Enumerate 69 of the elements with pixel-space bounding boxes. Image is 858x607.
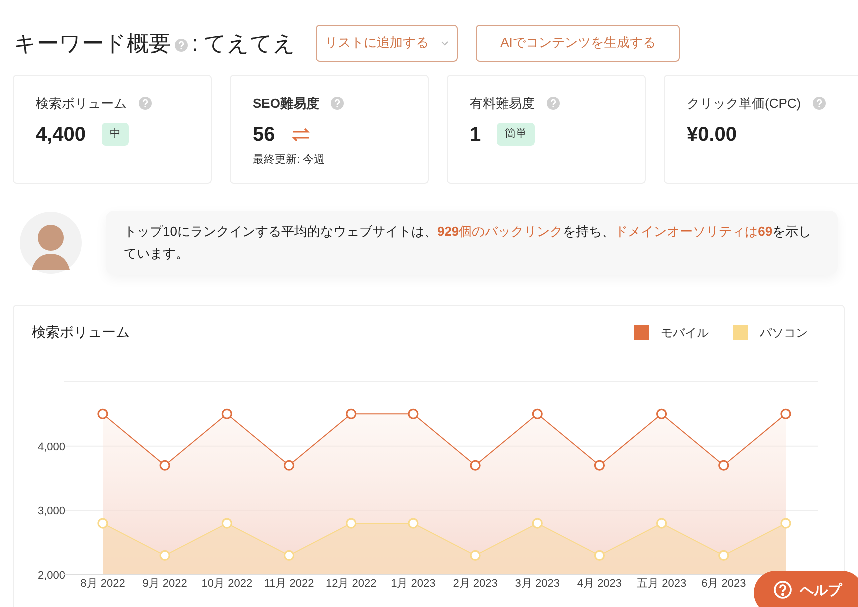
metric-label: 検索ボリューム (36, 95, 127, 113)
metric-value: 4,400 (36, 122, 86, 148)
help-icon[interactable] (139, 97, 152, 110)
refresh-icon[interactable] (291, 126, 312, 144)
help-icon[interactable] (547, 97, 560, 110)
metric-value: ¥0.00 (687, 122, 738, 148)
y-axis-label: 3,000 (38, 506, 66, 518)
insight-text: トップ10にランクインする平均的なウェブサイトは、929個のバックリンク を持ち、ドメインオーソリティは69を示しています。 (124, 224, 812, 261)
data-point (656, 408, 668, 420)
data-point (780, 408, 792, 420)
legend-label: パソコン (760, 324, 808, 342)
x-axis-label: 五月 2023 (637, 578, 687, 590)
data-point (284, 550, 295, 561)
chart-title: 検索ボリューム (32, 323, 130, 342)
domain-authority-link[interactable]: ドメインオーソリティは69 (615, 224, 773, 239)
data-point (532, 518, 543, 529)
last-updated: 最終更新: 今週 (253, 152, 326, 168)
data-point (284, 460, 295, 471)
metric-value: 56 (253, 122, 276, 148)
keyword-text: : てえてえ (192, 30, 296, 58)
avatar (20, 212, 82, 274)
y-axis-label: 4,000 (38, 441, 66, 454)
data-point (222, 408, 232, 420)
y-axis-label: 2,000 (38, 570, 66, 582)
data-point (222, 518, 232, 529)
x-axis-label: 1月 2023 (391, 578, 436, 590)
x-axis-label: 11月 2022 (264, 578, 314, 590)
x-axis-label: 6月 2023 (702, 578, 746, 590)
help-button[interactable]: ヘルプ (754, 571, 858, 607)
data-point (98, 408, 108, 420)
question-icon (774, 581, 792, 599)
help-icon[interactable] (175, 38, 188, 52)
page-title: キーワード概要 (14, 30, 171, 58)
x-axis-label: 3月 2023 (515, 578, 560, 590)
data-point (656, 518, 668, 529)
data-point (780, 518, 792, 529)
data-point (718, 550, 730, 561)
x-axis-label: 10月 2022 (202, 578, 253, 590)
data-point (160, 550, 170, 561)
difficulty-badge: 中 (102, 123, 130, 146)
legend-label: モバイル (661, 324, 709, 342)
metric-label: クリック単価(CPC) (687, 95, 802, 113)
data-point (346, 518, 357, 529)
x-axis-label: 12月 2022 (326, 578, 377, 590)
metric-label: SEO難易度 (253, 95, 320, 113)
metric-value: 1 (470, 122, 482, 148)
x-axis-label: 9月 2022 (142, 578, 188, 590)
x-axis-label: 8月 2022 (80, 578, 126, 590)
x-axis-label: 2月 2023 (453, 578, 498, 590)
generate-content-button[interactable]: AIでコンテンツを生成する (476, 24, 680, 62)
data-point (408, 408, 419, 420)
data-point (346, 408, 357, 420)
add-to-list-dropdown[interactable]: リストに追加する (316, 24, 458, 62)
x-axis-label: 4月 2023 (577, 578, 622, 590)
difficulty-badge: 簡単 (497, 123, 536, 146)
data-point (470, 460, 481, 471)
chevron-down-icon (441, 40, 450, 46)
metric-label: 有料難易度 (470, 95, 535, 113)
data-point (408, 518, 419, 529)
data-point (594, 550, 606, 561)
data-point (98, 518, 108, 529)
data-point (160, 460, 170, 471)
data-point (532, 408, 543, 420)
help-icon[interactable] (331, 97, 344, 110)
backlinks-link[interactable]: 929個のバックリンク (437, 224, 564, 239)
data-point (594, 460, 606, 471)
help-icon[interactable] (813, 97, 826, 110)
data-point (718, 460, 730, 471)
data-point (470, 550, 481, 561)
